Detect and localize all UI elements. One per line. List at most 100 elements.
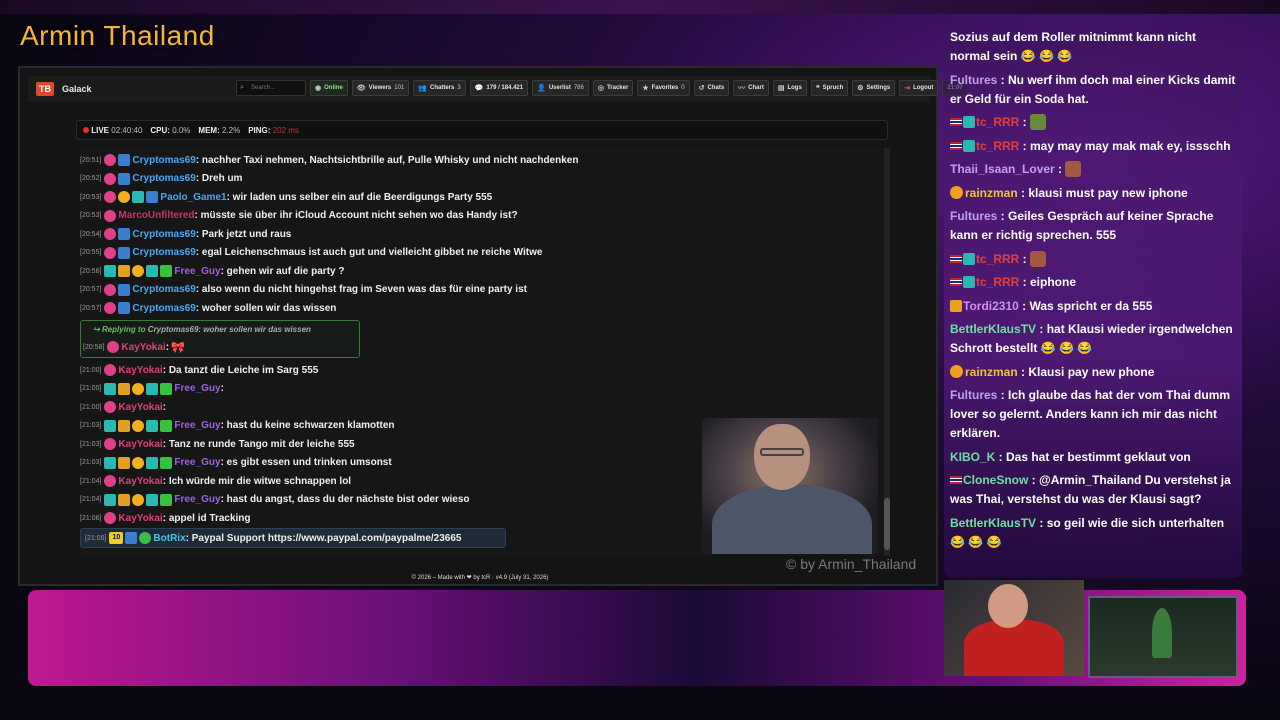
badge-icon bbox=[146, 191, 159, 203]
username[interactable]: Cryptomas69 bbox=[132, 284, 195, 295]
username[interactable]: Cryptomas69 bbox=[132, 303, 195, 314]
badge-icon bbox=[118, 456, 131, 469]
emote-icon bbox=[1065, 161, 1082, 177]
nav-users-button[interactable]: 👥 Chatters 3 bbox=[413, 80, 466, 96]
username: tc_RRR bbox=[976, 138, 1020, 153]
users-icon: 👥 bbox=[418, 85, 427, 92]
chat-message: [20:53] Paolo_Game1: wir laden uns selber… bbox=[80, 191, 493, 203]
tracker-icon: ◎ bbox=[597, 85, 604, 92]
username[interactable]: Cryptomas69 bbox=[132, 229, 195, 240]
badge-icon bbox=[104, 382, 117, 395]
chat-message: [21:04] Free_Guy: hast du angst, dass du … bbox=[80, 493, 470, 506]
username[interactable]: Free_Guy bbox=[174, 383, 220, 394]
nav-star-button[interactable]: ★ Favorites 0 bbox=[637, 80, 690, 96]
badge-icon bbox=[160, 382, 173, 395]
badge-icon bbox=[132, 265, 145, 277]
app-topbar: TB Galack ⌕ Search... ◉ Online 👁 Viewers 101… bbox=[28, 76, 968, 102]
badge-icon bbox=[104, 475, 117, 487]
nav-eye-button[interactable]: 👁 Viewers 101 bbox=[351, 80, 410, 96]
chat-message: [20:54] Cryptomas69: Park jetzt und raus bbox=[80, 228, 292, 240]
badge-icon bbox=[146, 493, 159, 506]
username[interactable]: Cryptomas69 bbox=[132, 247, 195, 258]
username[interactable]: KayYokai bbox=[118, 365, 162, 376]
username[interactable]: MarcoUnfiltered bbox=[118, 210, 194, 221]
username[interactable]: Paolo_Game1 bbox=[160, 192, 226, 203]
username: tc_RRR bbox=[976, 251, 1020, 266]
chat-message: [20:56] Free_Guy: gehen wir auf die party… bbox=[80, 265, 345, 277]
reply-message: [20:58] KayYokai : 🎀 bbox=[83, 341, 185, 354]
overlay-chat-message: BettlerKlausTV : so geil wie die sich un… bbox=[950, 515, 1225, 549]
username[interactable]: Free_Guy bbox=[174, 266, 220, 277]
chat-message: [20:55] Cryptomas69: egal Leichenschmaus … bbox=[80, 246, 543, 259]
chat-bubble-icon: 💬 bbox=[474, 85, 484, 92]
overlay-chat-message: Tordi2310 : Was spricht er da 555 bbox=[950, 297, 1238, 316]
overlay-chat-message: tc_RRR : bbox=[950, 250, 1238, 269]
username[interactable]: Free_Guy bbox=[174, 494, 220, 505]
logs-icon: ▤ bbox=[777, 85, 785, 92]
username[interactable]: KayYokai bbox=[118, 476, 162, 487]
overlay-chat-message: Fultures : Geiles Gespräch auf keiner Sp… bbox=[950, 209, 1214, 242]
username[interactable]: KayYokai bbox=[118, 513, 162, 524]
username[interactable]: KayYokai bbox=[121, 342, 165, 353]
username[interactable]: KayYokai bbox=[118, 402, 162, 413]
username[interactable]: Cryptomas69 bbox=[132, 173, 195, 184]
badge-icon bbox=[963, 116, 975, 128]
username[interactable]: Cryptomas69 bbox=[132, 155, 195, 166]
overlay-chat-message: CloneSnow : @Armin_Thailand Du verstehst… bbox=[950, 473, 1231, 506]
username: CloneSnow bbox=[963, 473, 1029, 487]
quote-icon: ❝ bbox=[815, 85, 820, 92]
nav-quote-button[interactable]: ❝ Spruch bbox=[810, 80, 849, 96]
nav-online-button[interactable]: ◉ Online bbox=[310, 80, 348, 96]
nav-history-button[interactable]: ↺ Chats bbox=[693, 80, 730, 96]
nav-tracker-button[interactable]: ◎ Tracker bbox=[592, 80, 634, 96]
watermark: © by Armin_Thailand bbox=[786, 556, 917, 572]
crown-badge-icon bbox=[950, 299, 962, 312]
badge-icon bbox=[132, 456, 145, 469]
badge-icon bbox=[950, 185, 963, 199]
chat-message: [21:03] Free_Guy: hast du keine schwarzen… bbox=[80, 419, 395, 432]
badge-icon bbox=[104, 438, 117, 450]
nav-chart-button[interactable]: 〰 Chart bbox=[733, 80, 769, 96]
username[interactable]: Free_Guy bbox=[174, 420, 220, 431]
username[interactable]: BotRix bbox=[153, 533, 185, 544]
nav-logout-button[interactable]: ⇥ Logout bbox=[899, 80, 939, 96]
scrollbar-thumb[interactable] bbox=[884, 498, 890, 550]
badge-icon bbox=[963, 252, 975, 265]
username[interactable]: Free_Guy bbox=[174, 457, 220, 468]
scrollbar[interactable] bbox=[884, 148, 890, 556]
badge-icon bbox=[104, 419, 117, 432]
overlay-chat-message: tc_RRR : may may may mak mak ey, issschh bbox=[950, 137, 1238, 156]
badge-icon bbox=[104, 401, 117, 413]
nav-chat-bubble-button[interactable]: 💬 179 / 184.421 bbox=[469, 80, 529, 96]
chart-icon: 〰 bbox=[738, 85, 746, 92]
badge-icon bbox=[125, 532, 138, 544]
cpu-stat: CPU: 0.0% bbox=[150, 125, 191, 135]
chat-message: [21:03] KayYokai: Tanz ne runde Tango mit… bbox=[80, 438, 355, 450]
status-bar: LIVE 02:40:40 CPU: 0.0% MEM: 2.2% PING: … bbox=[76, 120, 888, 140]
chat-message: [21:00] KayYokai: bbox=[80, 401, 167, 413]
username: Fultures bbox=[950, 388, 998, 402]
badge-icon bbox=[963, 139, 975, 152]
chat-message: [21:00] KayYokai: Da tanzt die Leiche im … bbox=[80, 364, 319, 376]
nav-logs-button[interactable]: ▤ Logs bbox=[772, 80, 807, 96]
username: tc_RRR bbox=[976, 115, 1020, 129]
badge-icon bbox=[104, 154, 117, 166]
badge-icon bbox=[118, 265, 131, 277]
badge-icon bbox=[104, 265, 117, 277]
badge-icon bbox=[104, 228, 117, 240]
emote-icon bbox=[1029, 250, 1046, 267]
overlay-chat-message: Fultures : Nu werf ihm doch mal einer Ki… bbox=[950, 72, 1236, 106]
badge-icon bbox=[118, 493, 131, 506]
badge-icon bbox=[146, 456, 159, 469]
nav-user-button[interactable]: 👤 Userlist 786 bbox=[532, 80, 589, 96]
search-input[interactable]: ⌕ Search... bbox=[236, 80, 306, 96]
username[interactable]: KayYokai bbox=[118, 439, 162, 450]
chat-message: [21:00] Free_Guy: bbox=[80, 382, 224, 395]
badge-icon bbox=[104, 172, 117, 185]
username: KIBO_K bbox=[950, 449, 996, 464]
logout-icon: ⇥ bbox=[904, 85, 911, 92]
nav-gear-button[interactable]: ⚙ Settings bbox=[852, 80, 896, 96]
badge-icon bbox=[107, 341, 120, 353]
badge-icon bbox=[160, 419, 173, 432]
live-dot-icon bbox=[83, 126, 89, 133]
